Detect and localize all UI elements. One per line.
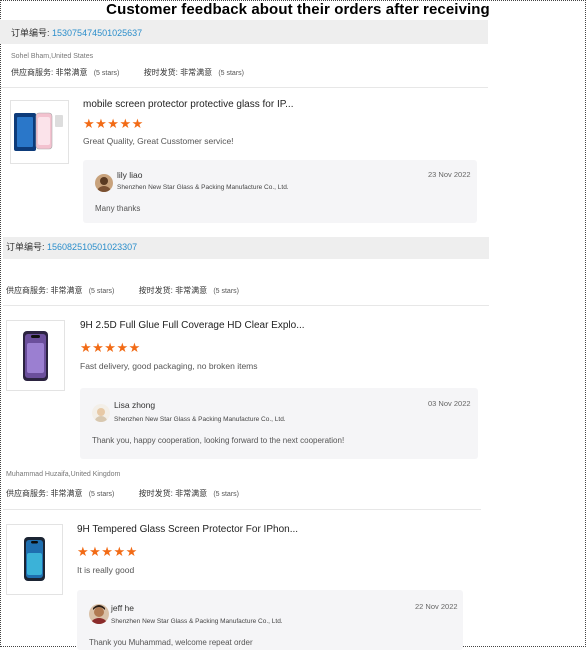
divider	[0, 87, 488, 88]
on-time-value: 非常满意	[175, 286, 208, 295]
order-number-link[interactable]: 156082510501023307	[47, 242, 137, 252]
product-title-link[interactable]: 9H Tempered Glass Screen Protector For I…	[77, 524, 298, 535]
supplier-service-stars: (5 stars)	[93, 70, 120, 77]
product-title-link[interactable]: 9H 2.5D Full Glue Full Coverage HD Clear…	[80, 320, 305, 331]
on-time-stars: (5 stars)	[218, 70, 244, 77]
reply-date: 22 Nov 2022	[415, 602, 458, 611]
product-image[interactable]	[6, 524, 63, 595]
order-header: 订单编号: 153075474501025637	[0, 20, 488, 44]
buyer-name: Muhammad Huzaifa,United Kingdom	[6, 471, 121, 478]
review-text: Great Quality, Great Cusstomer service!	[83, 136, 234, 146]
seller-ratings: 供应商服务: 非常满意 (5 stars) 按时发货: 非常满意 (5 star…	[11, 67, 244, 78]
reply-text: Thank you Muhammad, welcome repeat order	[89, 638, 253, 647]
supplier-service-value: 非常满意	[55, 68, 88, 77]
on-time-stars: (5 stars)	[213, 288, 239, 295]
order-number-label: 订单编号:	[11, 28, 50, 38]
reply-date: 03 Nov 2022	[428, 399, 471, 408]
reply-author: Lisa zhong	[114, 400, 156, 410]
supplier-service-label: 供应商服务:	[11, 68, 54, 77]
avatar	[92, 404, 110, 422]
product-image[interactable]	[10, 100, 69, 164]
iphone-image	[23, 331, 48, 381]
reply-author: lily liao	[117, 170, 143, 180]
supplier-reply: Lisa zhong Shenzhen New Star Glass & Pac…	[80, 388, 478, 459]
reply-author: jeff he	[111, 603, 135, 613]
on-time-stars: (5 stars)	[213, 491, 239, 498]
supplier-service-label: 供应商服务:	[6, 489, 49, 498]
supplier-service-stars: (5 stars)	[88, 491, 115, 498]
iphone-image	[24, 537, 45, 581]
reply-text: Thank you, happy cooperation, looking fo…	[92, 436, 345, 445]
page-title: Customer feedback about their orders aft…	[106, 1, 490, 18]
supplier-reply: jeff he Shenzhen New Star Glass & Packin…	[77, 590, 463, 650]
review-stars: ★★★★★	[83, 116, 144, 131]
reply-company: Shenzhen New Star Glass & Packing Manufa…	[111, 618, 283, 625]
supplier-service-label: 供应商服务:	[6, 286, 49, 295]
on-time-value: 非常满意	[180, 68, 213, 77]
review-text: Fast delivery, good packaging, no broken…	[80, 361, 258, 371]
order-header: 订单编号: 156082510501023307	[3, 237, 489, 259]
on-time-value: 非常满意	[175, 489, 208, 498]
screen-protector-box-image	[14, 112, 63, 151]
reply-date: 23 Nov 2022	[428, 170, 471, 179]
review-stars: ★★★★★	[77, 544, 138, 559]
order-number-label: 订单编号:	[6, 242, 45, 252]
seller-ratings: 供应商服务: 非常满意 (5 stars) 按时发货: 非常满意 (5 star…	[6, 488, 239, 499]
buyer-name: Sohel Bham,United States	[11, 53, 94, 60]
reply-text: Many thanks	[95, 204, 141, 213]
reply-company: Shenzhen New Star Glass & Packing Manufa…	[117, 184, 289, 191]
order-number-link[interactable]: 153075474501025637	[52, 28, 142, 38]
supplier-service-stars: (5 stars)	[88, 288, 115, 295]
product-image[interactable]	[6, 320, 65, 391]
reply-company: Shenzhen New Star Glass & Packing Manufa…	[114, 416, 286, 423]
review-text: It is really good	[77, 565, 135, 575]
on-time-label: 按时发货:	[138, 489, 173, 498]
divider	[3, 509, 481, 510]
avatar	[95, 174, 113, 192]
supplier-service-value: 非常满意	[50, 286, 83, 295]
divider	[3, 305, 489, 306]
seller-ratings: 供应商服务: 非常满意 (5 stars) 按时发货: 非常满意 (5 star…	[6, 285, 239, 296]
supplier-service-value: 非常满意	[50, 489, 83, 498]
on-time-label: 按时发货:	[138, 286, 173, 295]
supplier-reply: lily liao Shenzhen New Star Glass & Pack…	[83, 160, 477, 223]
on-time-label: 按时发货:	[143, 68, 178, 77]
product-title-link[interactable]: mobile screen protector protective glass…	[83, 99, 293, 110]
avatar	[89, 604, 109, 624]
review-stars: ★★★★★	[80, 340, 141, 355]
